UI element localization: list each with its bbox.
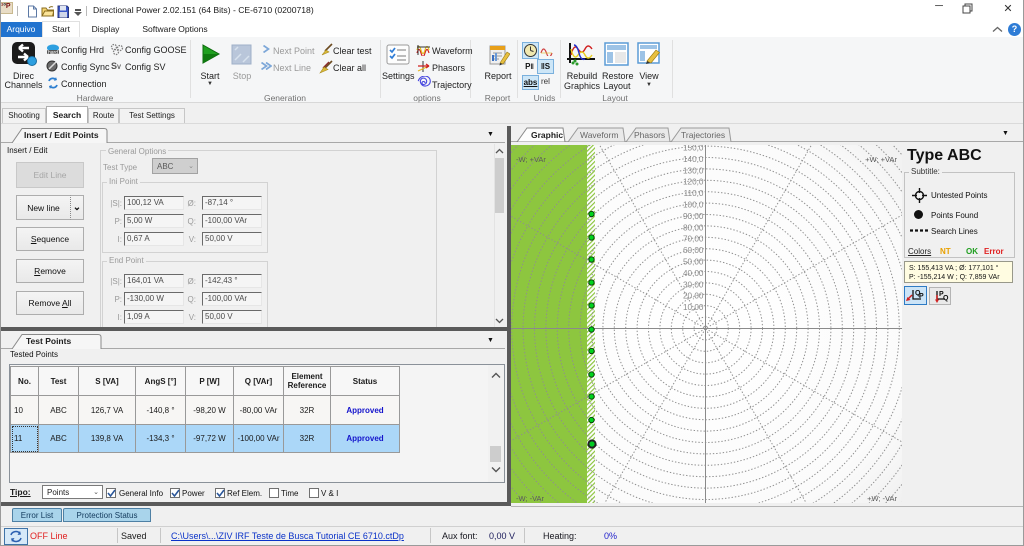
svg-text:+W; -VAr: +W; -VAr	[867, 494, 897, 503]
svg-text:60,00: 60,00	[683, 246, 704, 255]
svg-text:-W; -VAr: -W; -VAr	[516, 494, 545, 503]
svg-text:P: P	[919, 293, 924, 300]
svg-text:20,00: 20,00	[683, 292, 704, 301]
svg-text:+W; +VAr: +W; +VAr	[865, 155, 897, 164]
svg-text:110,0: 110,0	[684, 189, 704, 198]
svg-text:100,0: 100,0	[683, 201, 704, 210]
svg-text:hard: hard	[48, 50, 58, 55]
svg-text:70,00: 70,00	[683, 235, 704, 244]
svg-text:-W; +VAr: -W; +VAr	[516, 155, 546, 164]
svg-text:Q: Q	[943, 295, 949, 302]
svg-text:150,0: 150,0	[683, 145, 704, 153]
svg-text:40,00: 40,00	[683, 269, 704, 278]
svg-text:130,0: 130,0	[683, 166, 704, 175]
svg-text:90,00: 90,00	[683, 212, 704, 221]
svg-text:50,00: 50,00	[683, 258, 704, 267]
svg-text:120,0: 120,0	[683, 178, 704, 187]
svg-text:80,00: 80,00	[683, 223, 704, 232]
svg-text:10,00: 10,00	[683, 303, 704, 312]
svg-text:140,0: 140,0	[683, 155, 704, 164]
svg-text:30,00: 30,00	[683, 280, 704, 289]
